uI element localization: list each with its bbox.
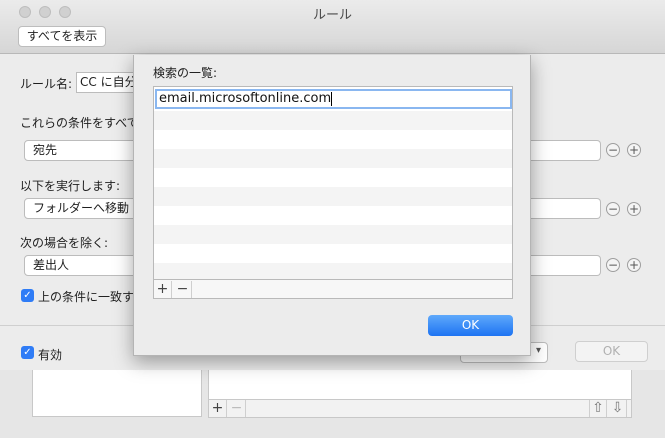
rule-ok-button[interactable]: OK — [575, 341, 648, 362]
condition-popup[interactable]: 宛先 — [24, 140, 142, 161]
list-item[interactable] — [154, 244, 512, 263]
window-title: ルール — [312, 8, 352, 23]
action-value-field[interactable] — [531, 198, 601, 219]
remove-action-icon[interactable]: − — [606, 202, 620, 216]
add-entry-button[interactable]: + — [154, 281, 172, 298]
stop-rules-checkbox[interactable]: ✓ — [21, 289, 34, 302]
conditions-label: これらの条件をすべて — [20, 116, 139, 130]
remove-condition-icon[interactable]: − — [606, 143, 620, 157]
list-item-value: email.microsoftonline.com — [159, 91, 332, 106]
title-bar: ルール すべてを表示 — [0, 0, 665, 54]
list-item-edit-field[interactable]: email.microsoftonline.com — [155, 89, 512, 109]
rule-name-label: ルール名: — [20, 77, 73, 91]
sheet-ok-button[interactable]: OK — [428, 315, 513, 336]
enabled-label: 有効 — [38, 348, 63, 362]
show-all-button[interactable]: すべてを表示 — [18, 26, 106, 47]
list-item[interactable]: email.microsoftonline.com — [154, 87, 512, 109]
add-exception-icon[interactable]: + — [627, 258, 641, 272]
rule-list-toolbar: + − ⇧ ⇩ — [208, 399, 632, 418]
exception-popup[interactable]: 差出人 — [24, 255, 142, 276]
remove-rule-button[interactable]: − — [228, 400, 246, 417]
add-action-icon[interactable]: + — [627, 202, 641, 216]
list-item[interactable] — [154, 168, 512, 187]
chevron-down-icon: ▾ — [535, 345, 541, 356]
exceptions-label: 次の場合を除く: — [20, 236, 109, 250]
sheet-title: 検索の一覧: — [153, 66, 218, 80]
move-up-icon[interactable]: ⇧ — [589, 400, 607, 417]
add-condition-icon[interactable]: + — [627, 143, 641, 157]
stop-rules-label: 上の条件に一致す — [38, 290, 135, 304]
search-list[interactable]: email.microsoftonline.com — [153, 86, 513, 299]
list-item[interactable] — [154, 130, 512, 149]
remove-entry-button[interactable]: − — [174, 281, 192, 298]
move-down-icon[interactable]: ⇩ — [609, 400, 627, 417]
remove-exception-icon[interactable]: − — [606, 258, 620, 272]
list-item[interactable] — [154, 206, 512, 225]
list-item[interactable] — [154, 225, 512, 244]
actions-label: 以下を実行します: — [20, 179, 121, 193]
list-item[interactable] — [154, 187, 512, 206]
condition-value-field[interactable] — [531, 140, 601, 161]
exception-value-field[interactable] — [531, 255, 601, 276]
add-rule-button[interactable]: + — [209, 400, 227, 417]
enabled-checkbox[interactable]: ✓ — [21, 346, 34, 359]
list-toolbar: + − — [153, 279, 513, 299]
rule-name-value: CC に自分 — [80, 75, 137, 89]
rules-list[interactable] — [32, 370, 202, 417]
list-item[interactable] — [154, 111, 512, 130]
list-item[interactable] — [154, 149, 512, 168]
rule-detail-area[interactable] — [208, 370, 632, 400]
text-cursor — [331, 91, 333, 106]
search-list-sheet: 検索の一覧: email.microsoftonline.com + − OK — [133, 55, 531, 356]
action-popup[interactable]: フォルダーへ移動 — [24, 198, 142, 219]
